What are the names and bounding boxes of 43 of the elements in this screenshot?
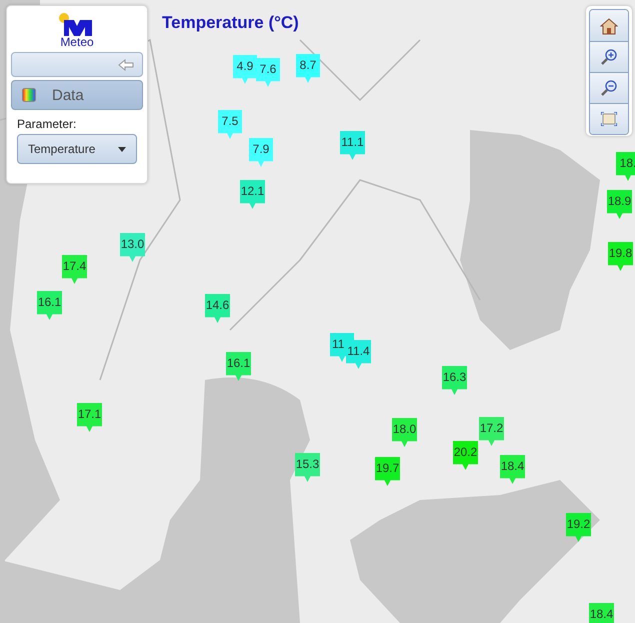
temperature-marker[interactable]: 18.0: [392, 418, 417, 447]
temperature-marker[interactable]: 17.2: [479, 417, 504, 446]
house-icon: [600, 16, 618, 34]
map-title: Temperature (°C): [162, 13, 299, 33]
extent-button[interactable]: [590, 103, 628, 134]
temperature-marker[interactable]: 16.1: [37, 291, 62, 320]
temperature-marker[interactable]: 11.1: [340, 131, 365, 160]
caret-icon: [118, 146, 126, 152]
temperature-marker[interactable]: 14.6: [205, 294, 230, 323]
zoom-in-icon: [600, 48, 618, 66]
home-button[interactable]: [590, 10, 628, 41]
section-title: Data: [52, 86, 84, 104]
temperature-marker[interactable]: 13.0: [120, 233, 145, 262]
temperature-marker[interactable]: 15.3: [295, 453, 320, 482]
temperature-marker[interactable]: 16.1: [226, 352, 251, 381]
temperature-marker[interactable]: 20.2: [453, 441, 478, 470]
temperature-marker[interactable]: 19.8: [608, 242, 633, 271]
temperature-marker[interactable]: 7.6: [256, 58, 280, 87]
zoom-out-button[interactable]: [590, 72, 628, 103]
full-extent-icon: [601, 112, 617, 126]
temperature-marker[interactable]: 12.1: [240, 180, 265, 209]
temperature-marker[interactable]: 11.4: [346, 340, 371, 369]
temperature-marker[interactable]: 8.7: [296, 54, 320, 83]
temperature-marker[interactable]: 18.4: [589, 603, 614, 623]
logo-text: Meteo: [60, 36, 94, 49]
temperature-marker[interactable]: 7.9: [249, 138, 273, 167]
zoom-in-button[interactable]: [590, 41, 628, 72]
temperature-marker[interactable]: 18.9: [607, 190, 632, 219]
temperature-marker[interactable]: 19.2: [566, 513, 591, 542]
parameter-dropdown[interactable]: Temperature: [17, 134, 137, 164]
temperature-marker[interactable]: 7.5: [218, 110, 242, 139]
temperature-marker[interactable]: 18.4: [500, 455, 525, 484]
section-header[interactable]: Data: [11, 80, 143, 110]
temperature-marker[interactable]: 18.: [616, 152, 635, 181]
temperature-marker[interactable]: 17.4: [62, 255, 87, 284]
zoom-out-icon: [600, 79, 618, 97]
temperature-marker[interactable]: 19.7: [375, 457, 400, 486]
arrow-left-icon: [118, 58, 134, 70]
temperature-marker[interactable]: 16.3: [442, 366, 467, 395]
temperature-marker[interactable]: 17.1: [77, 403, 102, 432]
rainbow-icon: [22, 88, 36, 102]
parameter-label: Parameter:: [17, 117, 78, 131]
temperature-marker[interactable]: 4.9: [233, 55, 257, 84]
